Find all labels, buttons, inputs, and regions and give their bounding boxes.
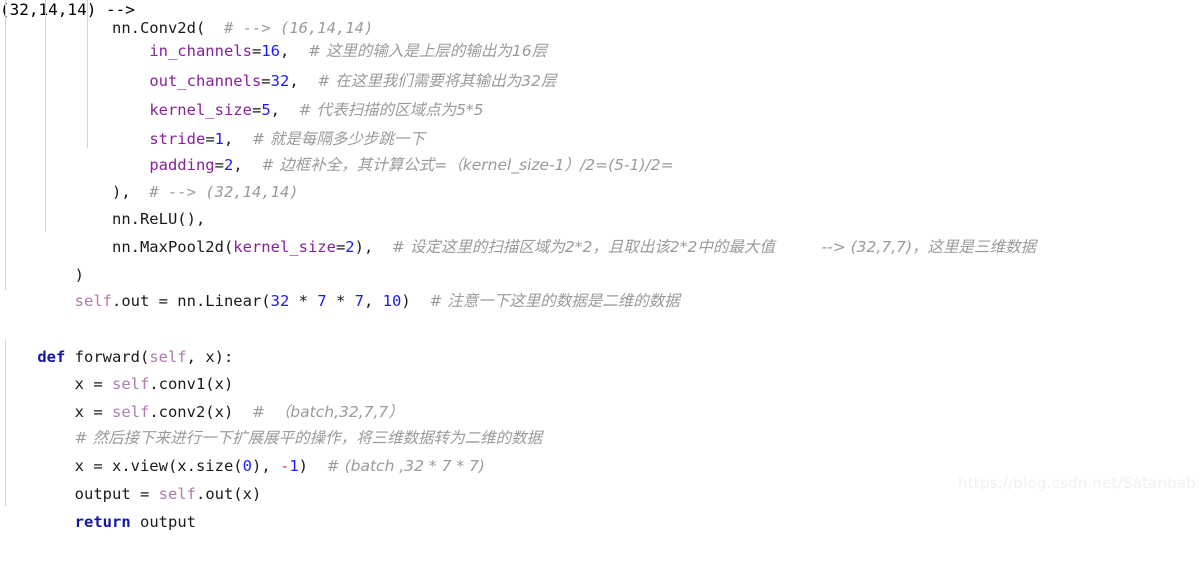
code-line-def-forward: def forward(self, x): <box>0 317 233 366</box>
code-line-conv2-call: x = self.conv2(x) # （batch,32,7,7） <box>0 372 404 421</box>
code-line-in-channels: in_channels=16, # 这里的输入是上层的输出为16层 <box>0 11 547 60</box>
code-token-close: ) <box>401 292 430 310</box>
code-token-keyword-return: return <box>74 513 131 531</box>
code-token-number: 2 <box>345 238 355 256</box>
code-line-view: x = x.view(x.size(0), -1) # (batch ,32 *… <box>0 426 485 475</box>
code-line-conv2d-close: ), # --> (32,14,14) <box>0 152 299 201</box>
code-comment: # 注意一下这里的数据是二维的数据 <box>429 292 680 310</box>
code-comment: # (batch ,32 * 7 * 7) <box>326 457 485 475</box>
code-token-attr: .out(x) <box>195 485 262 503</box>
csdn-watermark: https://blog.csdn.net/Satanbab <box>958 474 1196 492</box>
code-comment: # 设定这里的扫描区域为2*2，且取出该2*2中的最大值 <box>391 238 775 256</box>
code-token-equals: = <box>335 238 346 256</box>
code-line-out-channels: out_channels=32, # 在这里我们需要将其输出为32层 <box>0 41 556 90</box>
code-comment-continuation-arrow <box>775 238 822 256</box>
code-token-number: 7 <box>317 292 327 310</box>
code-token-linear-call: .out = nn.Linear( <box>111 292 271 310</box>
code-line-kernel-size: kernel_size=5, # 代表扫描的区域点为5*5 <box>0 70 483 119</box>
code-line-output: output = self.out(x) <box>0 454 262 503</box>
code-line-flatten-comment: # 然后接下来进行一下扩展展平的操作，将三维数据转为二维的数据 <box>0 398 542 447</box>
code-token-param-kernel-size: kernel_size <box>233 238 336 256</box>
code-token-op: * <box>326 292 355 310</box>
code-line-return: return output <box>0 482 196 531</box>
code-line-padding: padding=2, # 边框补全，其计算公式=（kernel_size-1）/… <box>0 125 673 174</box>
code-line-relu: nn.ReLU(), <box>0 179 205 228</box>
code-token-return-value: output <box>130 513 196 531</box>
code-token-op: * <box>289 292 318 310</box>
code-token-number: 10 <box>382 292 402 310</box>
code-line-conv1-call: x = self.conv1(x) <box>0 344 234 393</box>
code-token-close: ) <box>298 457 327 475</box>
code-token-number: 32 <box>270 292 290 310</box>
code-line-stride: stride=1, # 就是每隔多少步跳一下 <box>0 99 425 148</box>
code-token-close: ), <box>354 238 392 256</box>
code-token-negative-sign: - <box>279 457 290 475</box>
code-line-sequential-close: ) <box>0 235 84 284</box>
code-comment: # 边框补全，其计算公式=（kernel_size-1）/2=(5-1)/2= <box>261 156 674 174</box>
code-editor-surface: nn.Conv2d( # --> (16,14,14) in_channels=… <box>0 0 1204 531</box>
code-token-number: 1 <box>289 457 299 475</box>
code-comment-continuation: --> (32,7,7)，这里是三维数据 <box>821 238 1037 256</box>
code-token-number: 7 <box>354 292 364 310</box>
code-token-self: self <box>74 292 112 310</box>
code-token-comma: , <box>363 292 383 310</box>
code-line-maxpool: nn.MaxPool2d(kernel_size=2), # 设定这里的扫描区域… <box>0 207 1036 256</box>
code-line-self-out: self.out = nn.Linear(32 * 7 * 7, 10) # 注… <box>0 261 680 310</box>
